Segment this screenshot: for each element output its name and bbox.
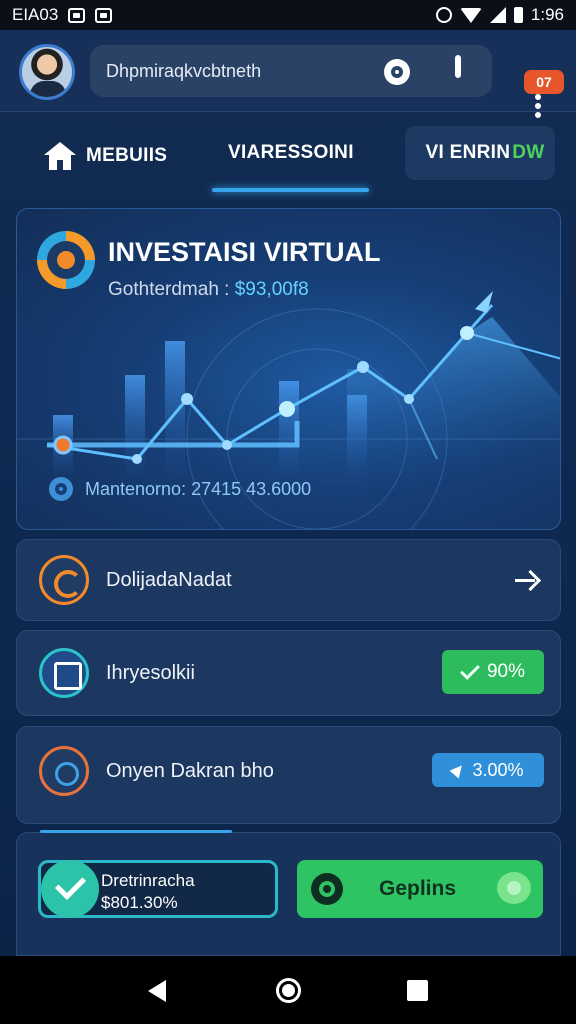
notification-icon <box>68 7 86 23</box>
search-text: Dhpmiraqkvcbtneth <box>106 60 262 81</box>
status-badge-value: 90% <box>486 661 526 682</box>
notification-icon <box>95 7 113 23</box>
shield-check-icon <box>41 860 99 918</box>
home-icon <box>44 142 76 170</box>
tab-third-accent: DW <box>512 142 545 163</box>
lock-button[interactable] <box>455 55 477 86</box>
panel-accent-line <box>40 830 232 833</box>
list-item[interactable]: Ihryesolkii 90% <box>16 630 561 716</box>
tab-active[interactable]: VIARESSOINI <box>228 142 354 164</box>
tab-active-label: VIARESSOINI <box>228 142 354 163</box>
status-bar: EIA03 1:96 <box>0 0 576 30</box>
gear-icon <box>384 59 410 85</box>
stat-card[interactable]: Dretrinracha $801.30% <box>38 860 278 918</box>
status-left-text: EIA03 <box>12 5 59 24</box>
tab-bar: MEBUIIS VIARESSOINI VI ENRIN DW <box>0 112 576 196</box>
tab-third[interactable]: VI ENRIN DW <box>405 126 555 180</box>
status-badge-value: 3.00% <box>472 759 524 780</box>
device-icon <box>39 648 89 698</box>
home-button-icon[interactable] <box>276 978 301 1003</box>
lock-icon <box>455 55 461 78</box>
hero-subtitle-value: $93,00f8 <box>234 279 309 300</box>
gear-icon <box>37 231 95 289</box>
recents-icon[interactable] <box>407 980 428 1001</box>
tab-home-label: MEBUIIS <box>86 145 168 166</box>
list-item-label: Onyen Dakran bho <box>106 760 274 782</box>
hero-footer: Mantenorno: 27415 43.6000 <box>49 477 311 501</box>
status-badge: 90% <box>442 650 544 694</box>
list-item-label: Ihryesolkii <box>106 662 195 684</box>
settings-button[interactable] <box>382 58 412 86</box>
avatar[interactable] <box>19 44 75 100</box>
chat-bubble-icon <box>497 872 531 904</box>
system-nav-bar <box>0 956 576 1024</box>
hero-title: INVESTAISI VIRTUAL <box>108 237 381 267</box>
action-button-label: Geplins <box>379 877 457 900</box>
list-item[interactable]: Onyen Dakran bho 3.00% <box>16 726 561 824</box>
tab-home[interactable]: MEBUIIS <box>44 142 167 170</box>
target-icon <box>39 746 89 796</box>
stat-value: $801.30% <box>101 893 178 912</box>
search-bar[interactable]: Dhpmiraqkvcbtneth <box>90 45 492 97</box>
wifi-icon <box>459 7 482 23</box>
alarm-icon <box>435 7 452 23</box>
gear-icon <box>49 477 73 501</box>
back-icon[interactable] <box>148 980 166 1002</box>
gear-icon <box>311 873 343 905</box>
hero-footer-text: Mantenorno: 27415 43.6000 <box>85 478 312 499</box>
status-time: 1:96 <box>530 5 564 24</box>
hero-subtitle-label: Gothterdmah : <box>108 279 230 300</box>
bolt-icon <box>450 761 467 779</box>
notification-badge[interactable]: 07 <box>524 70 564 94</box>
list-item[interactable]: DolijadaNadat <box>16 539 561 621</box>
arrow-right-icon[interactable] <box>515 570 537 592</box>
signal-icon <box>489 7 506 23</box>
check-icon <box>460 660 480 680</box>
tab-third-label: VI ENRIN <box>425 142 511 163</box>
action-button[interactable]: Geplins <box>297 860 543 918</box>
phone-off-icon <box>39 555 89 605</box>
tab-active-indicator <box>212 188 369 192</box>
list-item-label: DolijadaNadat <box>106 569 232 591</box>
app-header: Dhpmiraqkvcbtneth 07 <box>0 30 576 118</box>
stat-title: Dretrinracha <box>101 871 195 890</box>
status-badge: 3.00% <box>432 753 544 787</box>
hero-card[interactable]: INVESTAISI VIRTUAL Gothterdmah : $93,00f… <box>16 208 561 530</box>
hero-subtitle: Gothterdmah : $93,00f8 <box>108 279 309 301</box>
battery-icon <box>513 7 523 23</box>
